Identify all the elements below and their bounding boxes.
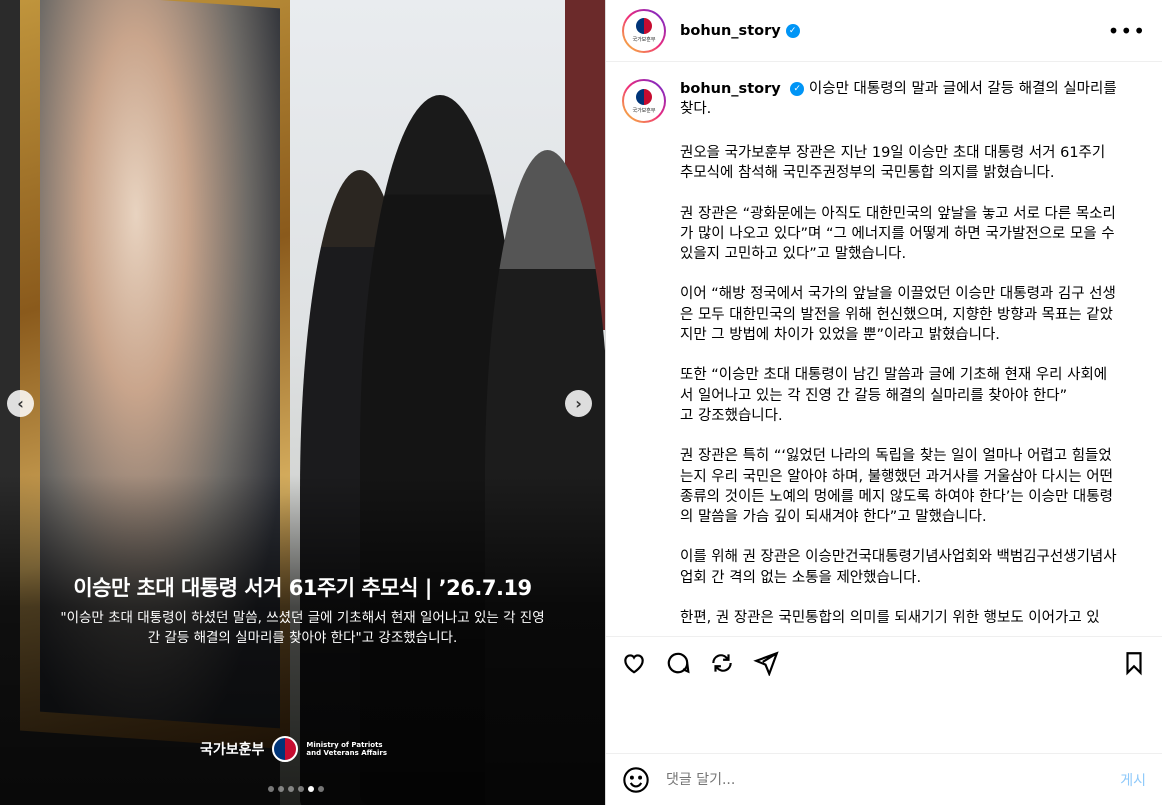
repost-button[interactable] — [708, 649, 736, 677]
caption-scroll-area[interactable]: 국가보훈부 bohun_story ✓ 이승만 대통령의 말과 글에서 갈등 해… — [606, 63, 1162, 636]
send-icon — [753, 650, 779, 676]
comment-button[interactable] — [664, 649, 692, 677]
caption-paragraph: 이어 “해방 정국에서 국가의 앞날을 이끌었던 이승만 대통령과 김구 선생은… — [680, 286, 1116, 344]
save-button[interactable] — [1120, 649, 1148, 677]
post-header: 국가보훈부 bohun_story ✓ ••• — [606, 0, 1162, 62]
caption-headline-block: bohun_story ✓ 이승만 대통령의 말과 글에서 갈등 해결의 실마리… — [680, 79, 1120, 123]
send-button[interactable] — [752, 649, 780, 677]
slide-dot — [298, 786, 304, 792]
more-options-icon[interactable]: ••• — [1108, 19, 1146, 43]
caption-header: 국가보훈부 bohun_story ✓ 이승만 대통령의 말과 글에서 갈등 해… — [622, 79, 1146, 123]
bookmark-icon — [1126, 651, 1142, 675]
taegeuk-emblem-icon — [272, 736, 299, 762]
slide-dot — [308, 786, 314, 792]
avatar-label: 국가보훈부 — [632, 37, 656, 43]
like-button[interactable] — [620, 649, 648, 677]
post-media[interactable]: 이승만 초대 대통령 서거 61주기 추모식 | ’26.7.19 "이승만 초… — [0, 0, 605, 805]
caption-paragraph: 권 장관은 “광화문에는 아직도 대한민국의 앞날을 놓고 서로 다른 목소리가… — [680, 205, 1116, 263]
comment-icon — [667, 652, 690, 673]
post-detail-panel: 국가보훈부 bohun_story ✓ ••• 국가보훈부 bohun_stor… — [605, 0, 1162, 805]
emoji-icon — [623, 766, 649, 793]
caption-paragraph: 이를 위해 권 장관은 이승만건국대통령기념사업회와 백범김구선생기념사업회 간… — [680, 549, 1117, 586]
taegeuk-emblem-icon — [636, 88, 652, 105]
caption-paragraph: 권 장관은 특히 “‘잃었던 나라의 독립을 찾는 일이 얼마나 어렵고 힘들었… — [680, 448, 1113, 526]
ministry-logo: 국가보훈부 Ministry of Patriots and Veterans … — [200, 735, 396, 763]
chevron-left-icon: ‹ — [17, 394, 24, 413]
post-comment-button[interactable]: 게시 — [1120, 770, 1146, 790]
chevron-right-icon: › — [575, 394, 582, 413]
username-link[interactable]: bohun_story — [680, 23, 781, 39]
repost-icon — [712, 653, 732, 672]
caption-username-link[interactable]: bohun_story — [680, 81, 781, 97]
ministry-name-en: Ministry of Patriots and Veterans Affair… — [306, 741, 388, 757]
emoji-button[interactable] — [622, 766, 650, 794]
comment-input[interactable] — [666, 771, 1121, 788]
memorial-photo — [0, 0, 605, 805]
ministry-name-ko: 국가보훈부 — [200, 742, 265, 758]
heart-icon — [624, 653, 644, 673]
caption-paragraph: 권오을 국가보훈부 장관은 지난 19일 이승만 초대 대통령 서거 61주기 … — [680, 145, 1106, 182]
media-quote: "이승만 초대 대통령이 하셨던 말씀, 쓰셨던 글에 기초해서 현재 일어나고… — [60, 610, 545, 646]
slide-dot — [278, 786, 284, 792]
avatar[interactable]: 국가보훈부 — [622, 8, 666, 53]
comment-composer: 게시 — [606, 753, 1162, 805]
caption-paragraph: 한편, 권 장관은 국민통합의 의미를 되새기기 위한 행보도 이어가고 있 — [680, 610, 1100, 627]
slide-dot — [318, 786, 324, 792]
next-slide-button[interactable]: › — [565, 390, 592, 417]
avatar-label: 국가보훈부 — [632, 107, 656, 114]
previous-slide-button[interactable]: ‹ — [7, 390, 34, 417]
slide-dot — [288, 786, 294, 792]
caption-avatar[interactable]: 국가보훈부 — [622, 79, 666, 123]
slide-dot — [268, 786, 274, 792]
action-bar — [606, 636, 1162, 688]
verified-badge-icon: ✓ — [790, 82, 805, 96]
media-title: 이승만 초대 대통령 서거 61주기 추모식 | ’26.7.19 — [73, 576, 532, 600]
taegeuk-emblem-icon — [636, 18, 652, 34]
caption-paragraph: 또한 “이승만 초대 대통령이 남긴 말씀과 글에 기초해 현재 우리 사회에서… — [680, 367, 1108, 424]
caption-body: 권오을 국가보훈부 장관은 지난 19일 이승만 초대 대통령 서거 61주기 … — [622, 143, 1146, 628]
slide-indicator — [268, 786, 324, 792]
verified-badge-icon: ✓ — [785, 23, 800, 38]
